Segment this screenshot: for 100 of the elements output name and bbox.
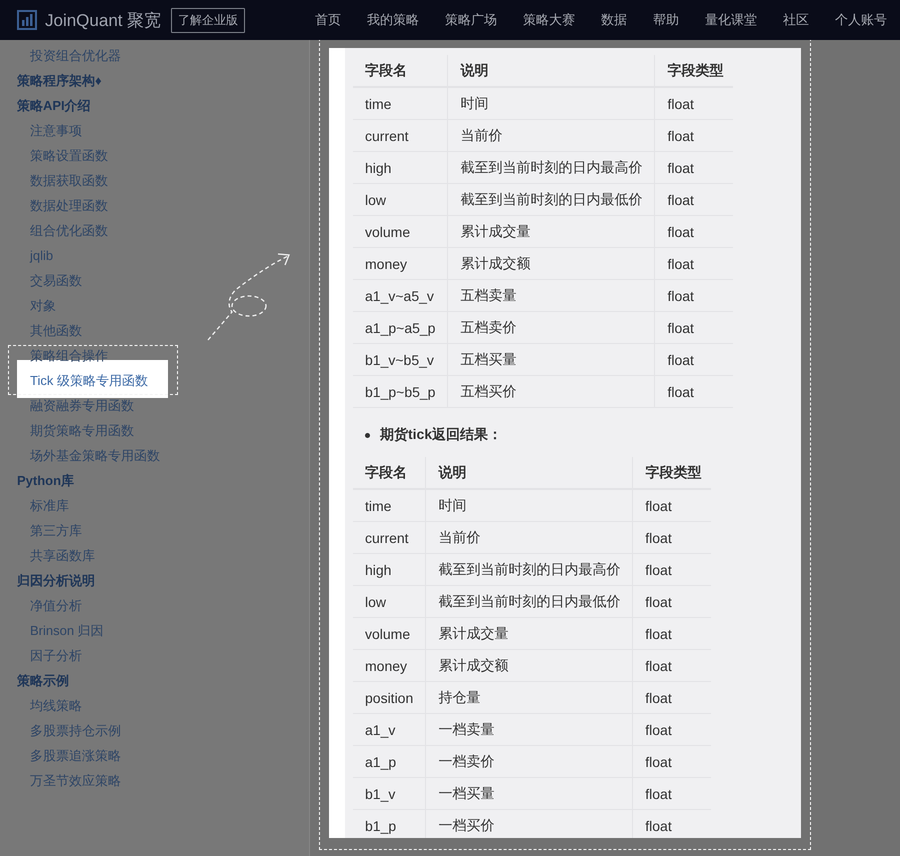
sidebar-item[interactable]: 多股票持仓示例	[0, 718, 309, 743]
sidebar-item[interactable]: 交易函数	[0, 268, 309, 293]
table-cell: float	[654, 344, 734, 376]
sidebar-item[interactable]: 其他函数	[0, 318, 309, 343]
sidebar-section[interactable]: 归因分析说明	[0, 568, 309, 593]
sidebar-item[interactable]: 均线策略	[0, 693, 309, 718]
table-cell: b1_p~b5_p	[353, 376, 448, 408]
table-cell: float	[632, 746, 712, 778]
table-cell: 一档买价	[426, 810, 633, 838]
sidebar-item[interactable]: 期货策略专用函数	[0, 418, 309, 443]
column-header: 字段名	[353, 457, 426, 489]
table-cell: 累计成交额	[426, 650, 633, 682]
table-cell: float	[654, 120, 734, 152]
sidebar-item[interactable]: Brinson 归因	[0, 618, 309, 643]
nav-link[interactable]: 个人账号	[822, 11, 900, 29]
table-cell: 一档卖量	[426, 714, 633, 746]
sidebar-item[interactable]: 策略设置函数	[0, 143, 309, 168]
nav-link[interactable]: 社区	[770, 11, 822, 29]
table-cell: 五档卖价	[448, 312, 655, 344]
sidebar-section[interactable]: 策略程序架构♦	[0, 68, 309, 93]
table-cell: 截至到当前时刻的日内最高价	[448, 152, 655, 184]
table-cell: 五档卖量	[448, 280, 655, 312]
table-cell: 持仓量	[426, 682, 633, 714]
table-cell: float	[632, 714, 712, 746]
sidebar-section[interactable]: 策略API介绍	[0, 93, 309, 118]
column-header: 说明	[448, 55, 655, 87]
brand-name: JoinQuant 聚宽	[45, 10, 162, 32]
sidebar-item[interactable]: 投资组合优化器	[0, 43, 309, 68]
table-cell: float	[654, 87, 734, 120]
table-cell: float	[654, 376, 734, 408]
nav-link[interactable]: 量化课堂	[692, 11, 770, 29]
column-header: 说明	[426, 457, 633, 489]
sidebar-item[interactable]: 注意事项	[0, 118, 309, 143]
bullet-icon	[365, 432, 370, 438]
table-cell: 累计成交额	[448, 248, 655, 280]
sidebar-item[interactable]: jqlib	[0, 243, 309, 268]
table-cell: volume	[353, 618, 426, 650]
section-heading: 期货tick返回结果：	[380, 426, 502, 444]
sidebar-item[interactable]: 数据处理函数	[0, 193, 309, 218]
sidebar-item[interactable]: 标准库	[0, 493, 309, 518]
table-cell: 截至到当前时刻的日内最高价	[426, 554, 633, 586]
table-cell: float	[632, 586, 712, 618]
table-cell: current	[353, 120, 448, 152]
table-cell: b1_v	[353, 778, 426, 810]
sidebar-item[interactable]: 组合优化函数	[0, 218, 309, 243]
enterprise-button[interactable]: 了解企业版	[171, 8, 246, 32]
table-cell: b1_v~b5_v	[353, 344, 448, 376]
table-cell: position	[353, 682, 426, 714]
table-cell: a1_p	[353, 746, 426, 778]
nav-link[interactable]: 策略广场	[432, 11, 510, 29]
table-cell: 当前价	[448, 120, 655, 152]
table-cell: 时间	[448, 87, 655, 120]
column-header: 字段类型	[654, 55, 734, 87]
nav-link[interactable]: 我的策略	[354, 11, 432, 29]
table-cell: money	[353, 248, 448, 280]
table-cell: time	[353, 489, 426, 522]
table-cell: float	[632, 522, 712, 554]
column-header: 字段名	[353, 55, 448, 87]
sidebar-item[interactable]: 对象	[0, 293, 309, 318]
sidebar-item[interactable]: 第三方库	[0, 518, 309, 543]
sidebar-item[interactable]: 净值分析	[0, 593, 309, 618]
table-cell: 截至到当前时刻的日内最低价	[448, 184, 655, 216]
table-cell: 累计成交量	[448, 216, 655, 248]
table-cell: float	[632, 778, 712, 810]
table-cell: float	[654, 216, 734, 248]
table-cell: 五档买价	[448, 376, 655, 408]
table-cell: float	[654, 248, 734, 280]
nav-link[interactable]: 帮助	[640, 11, 692, 29]
table-cell: a1_v	[353, 714, 426, 746]
table-cell: time	[353, 87, 448, 120]
table-cell: 截至到当前时刻的日内最低价	[426, 586, 633, 618]
column-header: 字段类型	[632, 457, 712, 489]
sidebar-item[interactable]: 共享函数库	[0, 543, 309, 568]
table-cell: low	[353, 184, 448, 216]
table-cell: high	[353, 554, 426, 586]
table-cell: money	[353, 650, 426, 682]
table-cell: float	[632, 554, 712, 586]
table-cell: current	[353, 522, 426, 554]
nav-link[interactable]: 策略大赛	[510, 11, 588, 29]
sidebar-item[interactable]: 因子分析	[0, 643, 309, 668]
table-cell: low	[353, 586, 426, 618]
sidebar-item[interactable]: 场外基金策略专用函数	[0, 443, 309, 468]
table-cell: a1_p~a5_p	[353, 312, 448, 344]
table-cell: 当前价	[426, 522, 633, 554]
sidebar-section[interactable]: Python库	[0, 468, 309, 493]
table-cell: float	[654, 312, 734, 344]
nav-link[interactable]: 数据	[588, 11, 640, 29]
sidebar-item[interactable]: 万圣节效应策略	[0, 768, 309, 793]
table-cell: float	[632, 489, 712, 522]
table-cell: 一档买量	[426, 778, 633, 810]
sidebar-section[interactable]: 策略示例	[0, 668, 309, 693]
table-cell: 五档买量	[448, 344, 655, 376]
table-cell: float	[632, 618, 712, 650]
table-cell: 累计成交量	[426, 618, 633, 650]
logo-icon	[17, 10, 37, 30]
nav-link[interactable]: 首页	[302, 11, 354, 29]
table-cell: a1_v~a5_v	[353, 280, 448, 312]
table-cell: b1_p	[353, 810, 426, 838]
sidebar-item[interactable]: 多股票追涨策略	[0, 743, 309, 768]
sidebar-item[interactable]: 数据获取函数	[0, 168, 309, 193]
